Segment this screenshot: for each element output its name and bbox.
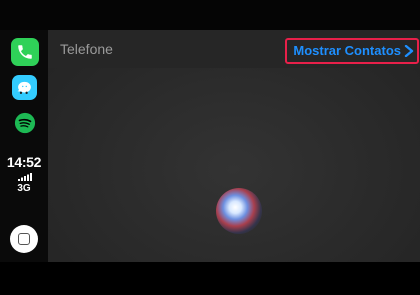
show-contacts-button[interactable]: Mostrar Contatos — [285, 38, 419, 64]
carplay-screen: 14:52 3G Telefone Mostrar Contatos — [0, 0, 420, 295]
signal-strength-icon — [18, 173, 32, 181]
page-title: Telefone — [60, 41, 113, 57]
spotify-icon — [14, 112, 35, 133]
home-button[interactable] — [10, 225, 38, 253]
bottom-bezel — [0, 262, 420, 295]
show-contacts-label: Mostrar Contatos — [293, 43, 401, 58]
waze-app-icon[interactable] — [12, 75, 37, 100]
phone-app-icon[interactable] — [11, 38, 39, 66]
phone-screen: Telefone Mostrar Contatos — [48, 30, 420, 262]
spotify-app-icon[interactable] — [12, 110, 37, 135]
carplay-dock: 14:52 3G — [0, 30, 48, 262]
network-type: 3G — [17, 183, 31, 194]
waze-icon — [17, 81, 31, 94]
status-time: 14:52 — [6, 154, 42, 170]
navigation-bar: Telefone Mostrar Contatos — [48, 30, 420, 68]
phone-icon — [18, 45, 32, 59]
chevron-right-icon — [404, 45, 414, 57]
home-icon — [18, 233, 30, 245]
siri-orb-icon — [216, 188, 262, 234]
